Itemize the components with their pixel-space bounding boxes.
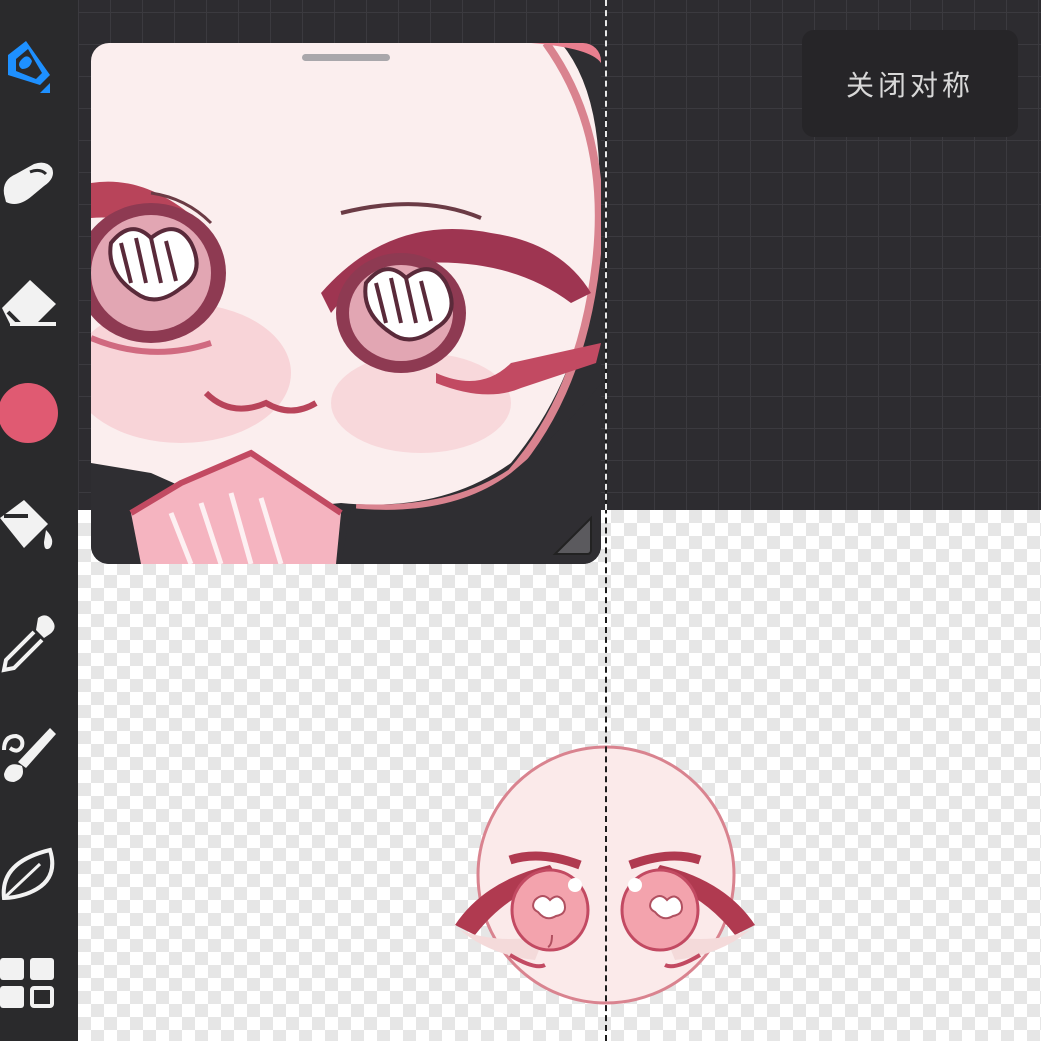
color-swatch: [0, 383, 58, 443]
layers-button[interactable]: [0, 952, 64, 1016]
reference-drag-handle[interactable]: [302, 54, 390, 61]
symmetry-guide-line-top: [605, 0, 607, 510]
smudge-icon: [3, 162, 53, 204]
eyedropper-tool-button[interactable]: [0, 612, 64, 676]
brush-library-button[interactable]: [0, 724, 64, 788]
close-symmetry-label: 关闭对称: [845, 68, 974, 102]
brush-library-icon: [2, 728, 56, 782]
active-tool-indicator: [40, 83, 50, 93]
close-symmetry-button[interactable]: 关闭对称: [802, 30, 1018, 137]
color-picker-button[interactable]: [0, 381, 64, 445]
left-toolbar: [0, 0, 78, 1041]
brush-tool-button[interactable]: [0, 35, 64, 99]
eyedropper-icon: [1, 615, 55, 673]
smudge-tool-button[interactable]: [0, 150, 64, 214]
eraser-tool-button[interactable]: [0, 268, 64, 332]
reference-image: [91, 43, 601, 564]
eraser-icon: [2, 280, 56, 328]
reference-window[interactable]: [91, 43, 601, 564]
fill-tool-button[interactable]: [0, 494, 64, 558]
leaf-tool-button[interactable]: [0, 842, 64, 906]
brush-icon: [8, 41, 50, 85]
leaf-icon: [1, 847, 55, 901]
fill-bucket-icon: [0, 500, 53, 550]
layers-icon: [0, 958, 54, 1008]
resize-grip-icon[interactable]: [551, 514, 595, 558]
